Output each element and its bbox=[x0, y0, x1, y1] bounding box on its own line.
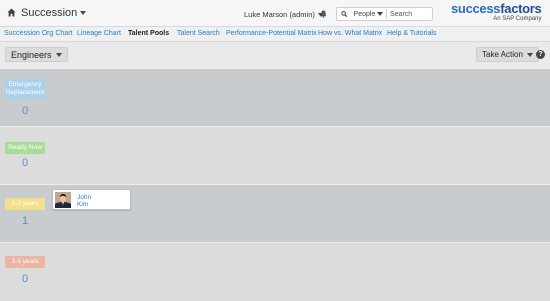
successfactors-logo: successfactors An SAP Company bbox=[451, 1, 542, 22]
search-input[interactable] bbox=[390, 10, 432, 18]
module-switcher[interactable]: Succession bbox=[21, 7, 87, 19]
search-scope-dropdown[interactable]: People bbox=[354, 11, 384, 18]
employee-last-name[interactable]: Kim bbox=[77, 201, 88, 208]
logo-tagline: An SAP Company bbox=[493, 16, 542, 22]
take-action-label: Take Action bbox=[482, 50, 523, 59]
search-scope-label: People bbox=[353, 10, 376, 18]
nav-performance-potential-matrix[interactable]: Performance-Potential Matrix bbox=[226, 30, 317, 37]
chevron-down-icon bbox=[55, 52, 62, 57]
avatar bbox=[55, 192, 71, 208]
pool-row-3-5-years: 3-5 years 0 bbox=[0, 242, 550, 301]
user-menu[interactable]: Luke Marson (admin) bbox=[244, 10, 324, 19]
logo-text-factors: factors bbox=[500, 1, 542, 16]
row-count[interactable]: 0 bbox=[5, 273, 45, 285]
chevron-down-icon bbox=[526, 52, 533, 57]
user-name: Luke Marson (admin) bbox=[244, 10, 315, 19]
pool-row-ready-now: Ready Now 0 bbox=[0, 126, 550, 184]
employee-card[interactable]: John Kim bbox=[52, 189, 131, 210]
chevron-down-icon bbox=[377, 12, 384, 16]
nav-help-tutorials[interactable]: Help & Tutorials bbox=[387, 30, 436, 37]
module-title: Succession bbox=[21, 7, 78, 19]
row-count[interactable]: 0 bbox=[5, 105, 45, 117]
pool-row-1-2-years: 1-2 years 1 John Kim bbox=[0, 184, 550, 242]
search-icon[interactable] bbox=[341, 9, 348, 19]
home-icon[interactable] bbox=[7, 8, 16, 17]
logo-text-success: success bbox=[451, 1, 501, 16]
take-action-button[interactable]: Take Action bbox=[476, 47, 539, 62]
nav-talent-search[interactable]: Talent Search bbox=[177, 30, 220, 37]
pool-row-emergency-replacement: Emergency Replacement 0 bbox=[0, 68, 550, 126]
chevron-down-icon bbox=[80, 11, 87, 15]
row-count[interactable]: 1 bbox=[5, 215, 45, 227]
nav-how-vs-what-matrix[interactable]: How vs. What Matrix bbox=[318, 30, 382, 37]
nav-succession-org-chart[interactable]: Succession Org Chart bbox=[4, 30, 72, 37]
toolbar: Engineers Take Action ? bbox=[0, 42, 550, 68]
sub-navigation: Succession Org Chart Lineage Chart Talen… bbox=[0, 27, 550, 42]
talent-pool-select-label: Engineers bbox=[11, 49, 52, 60]
help-icon[interactable]: ? bbox=[536, 50, 545, 59]
search-divider bbox=[386, 9, 387, 19]
nav-talent-pools[interactable]: Talent Pools bbox=[128, 30, 169, 37]
row-label: Emergency Replacement bbox=[5, 79, 45, 99]
row-label: Ready Now bbox=[5, 142, 45, 154]
row-count[interactable]: 0 bbox=[5, 157, 45, 169]
row-label: 3-5 years bbox=[5, 256, 45, 268]
top-bar: Succession Luke Marson (admin) People su… bbox=[0, 0, 550, 27]
nav-lineage-chart[interactable]: Lineage Chart bbox=[77, 30, 121, 37]
bell-icon[interactable] bbox=[320, 10, 327, 18]
talent-pool-select[interactable]: Engineers bbox=[5, 47, 68, 62]
search-box: People bbox=[336, 7, 433, 21]
row-label: 1-2 years bbox=[5, 198, 45, 210]
employee-first-name[interactable]: John bbox=[77, 194, 91, 201]
